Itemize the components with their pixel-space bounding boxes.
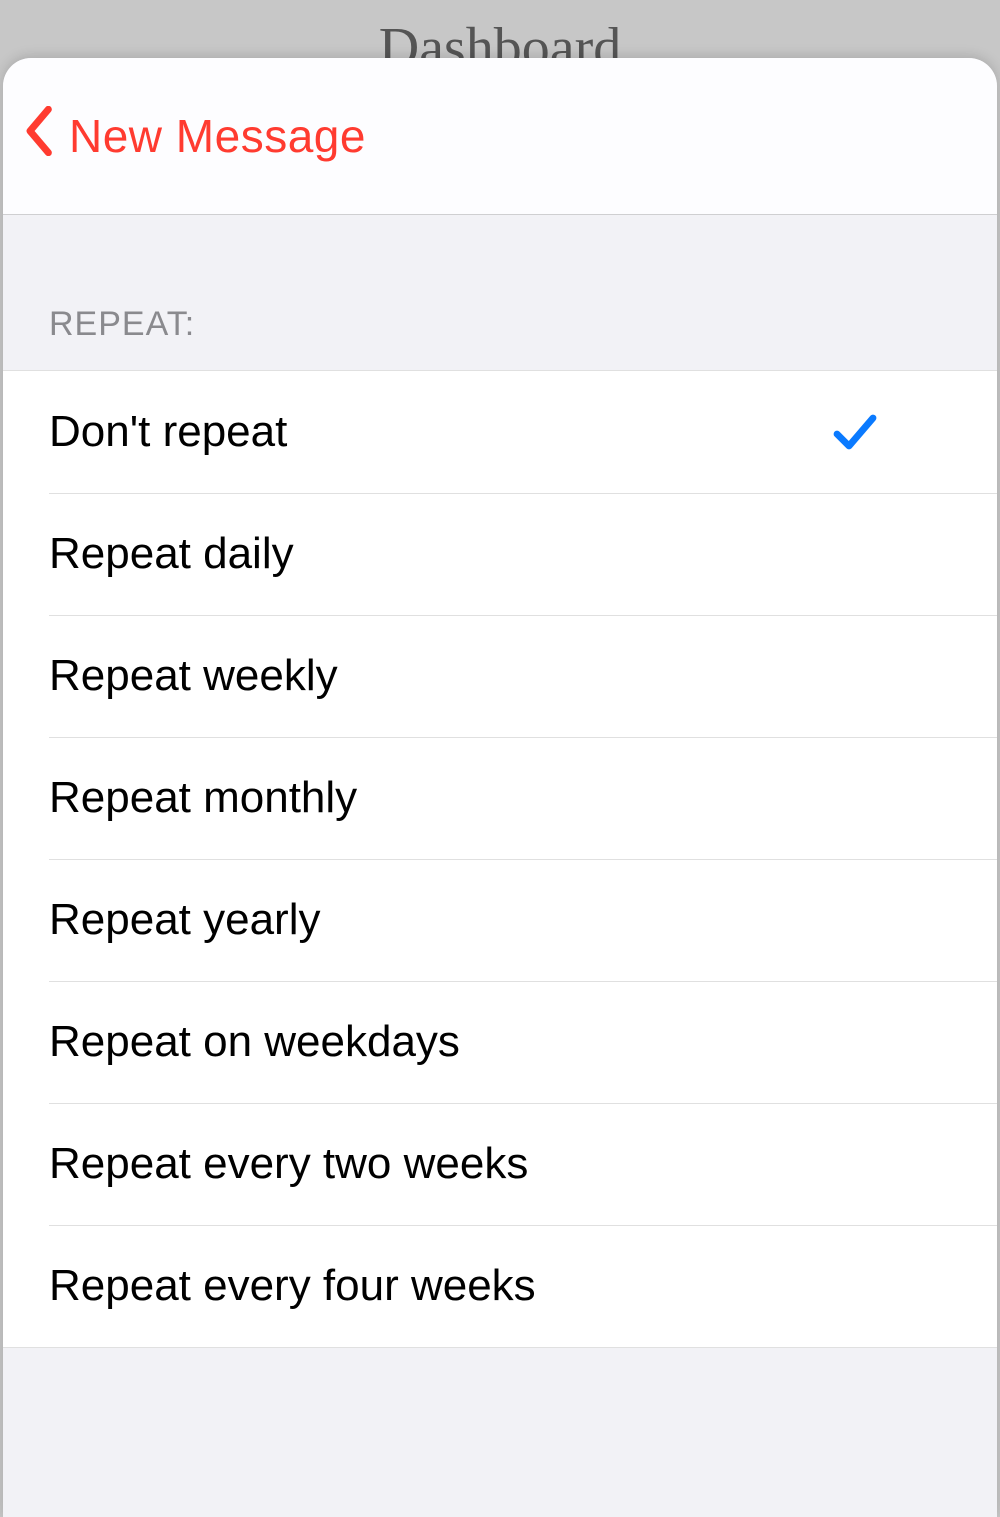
option-label: Don't repeat xyxy=(49,407,287,457)
repeat-option-list: Don't repeat Repeat daily Repeat weekly xyxy=(3,370,997,1348)
option-label: Repeat weekly xyxy=(49,651,338,701)
section-header-repeat: REPEAT: xyxy=(3,215,997,370)
option-repeat-every-two-weeks[interactable]: Repeat every two weeks xyxy=(3,1103,997,1225)
option-label: Repeat every four weeks xyxy=(49,1261,536,1311)
option-label: Repeat daily xyxy=(49,529,294,579)
option-dont-repeat[interactable]: Don't repeat xyxy=(3,371,997,493)
option-label: Repeat yearly xyxy=(49,895,320,945)
option-repeat-monthly[interactable]: Repeat monthly xyxy=(3,737,997,859)
back-button-label: New Message xyxy=(69,109,366,163)
option-label: Repeat monthly xyxy=(49,773,357,823)
section-header-label: REPEAT: xyxy=(49,305,195,343)
option-label: Repeat every two weeks xyxy=(49,1139,528,1189)
option-repeat-yearly[interactable]: Repeat yearly xyxy=(3,859,997,981)
chevron-left-icon xyxy=(25,106,69,167)
option-repeat-every-four-weeks[interactable]: Repeat every four weeks xyxy=(3,1225,997,1347)
option-repeat-weekly[interactable]: Repeat weekly xyxy=(3,615,997,737)
modal-sheet: New Message REPEAT: Don't repeat Repeat … xyxy=(3,58,997,1517)
navbar: New Message xyxy=(3,58,997,215)
option-repeat-daily[interactable]: Repeat daily xyxy=(3,493,997,615)
back-button[interactable]: New Message xyxy=(25,106,366,167)
option-label: Repeat on weekdays xyxy=(49,1017,460,1067)
option-repeat-on-weekdays[interactable]: Repeat on weekdays xyxy=(3,981,997,1103)
checkmark-icon xyxy=(831,408,879,456)
